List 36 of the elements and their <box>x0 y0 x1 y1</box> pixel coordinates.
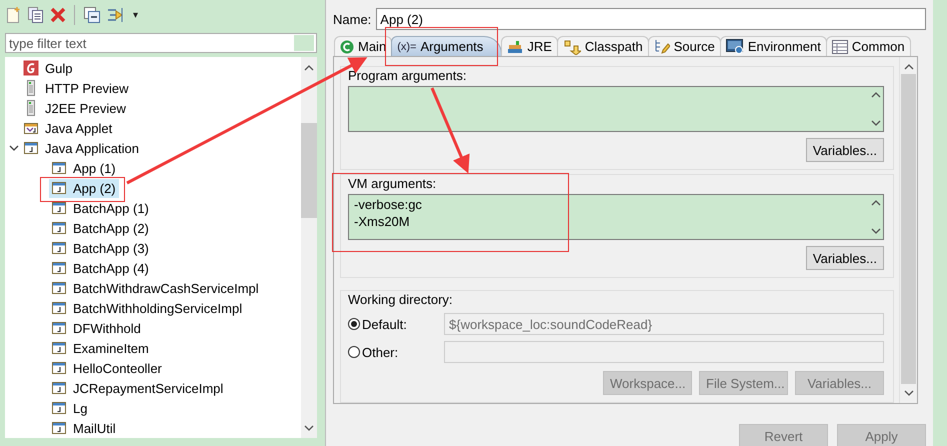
name-field[interactable]: App (2) <box>376 8 926 30</box>
tree-item[interactable]: BatchWithholdingServiceImpl <box>49 298 246 318</box>
tree-item[interactable]: Java Applet <box>21 118 116 138</box>
tree-item[interactable]: BatchApp (2) <box>49 218 152 238</box>
tree-item[interactable]: DFWithhold <box>49 318 144 338</box>
tree-item[interactable]: JCRepaymentServiceImpl <box>49 378 226 398</box>
tab[interactable]: Common <box>826 36 911 56</box>
tree-item[interactable]: Java Application <box>21 138 142 158</box>
tab[interactable]: Source <box>648 36 721 56</box>
variables-button[interactable]: Variables... <box>806 138 884 162</box>
tree-item[interactable]: App (2) <box>49 178 119 198</box>
tree-item[interactable]: J2EE Preview <box>21 98 129 118</box>
dropdown-caret[interactable]: ▾ <box>133 10 138 20</box>
tree-item[interactable]: Gulp <box>21 58 76 78</box>
tree-item[interactable]: BatchWithdrawCashServiceImpl <box>49 278 262 298</box>
tree-item[interactable]: ExamineItem <box>49 338 152 358</box>
name-label: Name: <box>333 12 372 26</box>
group-label: VM arguments: <box>348 175 438 192</box>
tab[interactable]: Classpath <box>556 36 649 56</box>
variables-button[interactable]: Variables... <box>806 246 884 270</box>
tree-item[interactable]: HelloConteoller <box>49 358 165 378</box>
tab[interactable]: JRE <box>501 36 558 56</box>
tree-item[interactable]: BatchApp (4) <box>49 258 152 278</box>
tree-item[interactable]: App (1) <box>49 158 119 178</box>
group-label: Working directory: <box>348 291 454 308</box>
tree-item[interactable]: BatchApp (3) <box>49 238 152 258</box>
tab[interactable]: Environment <box>720 36 827 56</box>
tree-item[interactable]: HTTP Preview <box>21 78 132 98</box>
filter-field[interactable]: type filter text <box>5 33 317 53</box>
tree-item[interactable]: MailUtil <box>49 418 119 438</box>
tab[interactable]: (x)= Arguments <box>391 36 502 56</box>
tab[interactable]: Main <box>334 36 392 56</box>
radio-button[interactable]: Other: <box>348 344 444 360</box>
tree-item[interactable]: Lg <box>49 398 90 418</box>
tree-item[interactable]: BatchApp (1) <box>49 198 152 218</box>
group-label: Program arguments: <box>348 67 468 84</box>
